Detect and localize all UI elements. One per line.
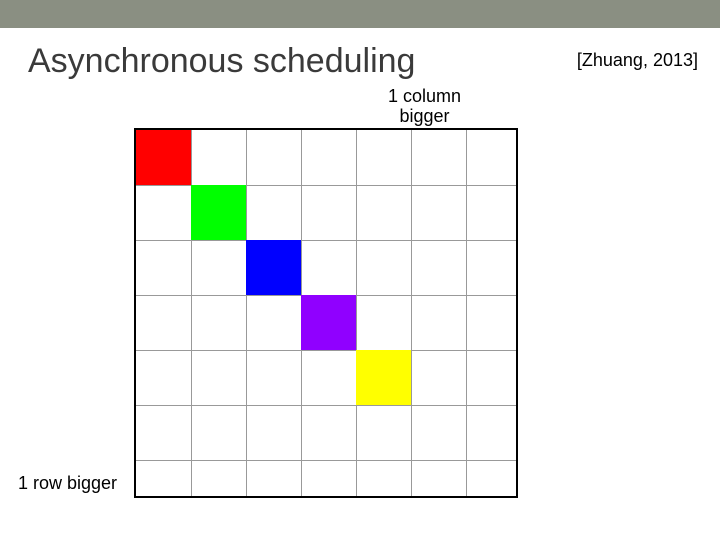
slide-title: Asynchronous scheduling [28, 42, 415, 81]
grid-hline [136, 240, 516, 241]
column-annotation: 1 columnbigger [388, 86, 461, 126]
cell-yellow [356, 350, 411, 405]
cell-red [136, 130, 191, 185]
row-annotation: 1 row bigger [18, 473, 117, 494]
grid-hline [136, 350, 516, 351]
citation: [Zhuang, 2013] [577, 50, 698, 71]
grid-hline [136, 460, 516, 461]
cell-green [191, 185, 246, 240]
cell-blue [246, 240, 301, 295]
cell-purple [301, 295, 356, 350]
grid-hline [136, 405, 516, 406]
schedule-grid [134, 128, 518, 498]
slide-top-bar [0, 0, 720, 28]
